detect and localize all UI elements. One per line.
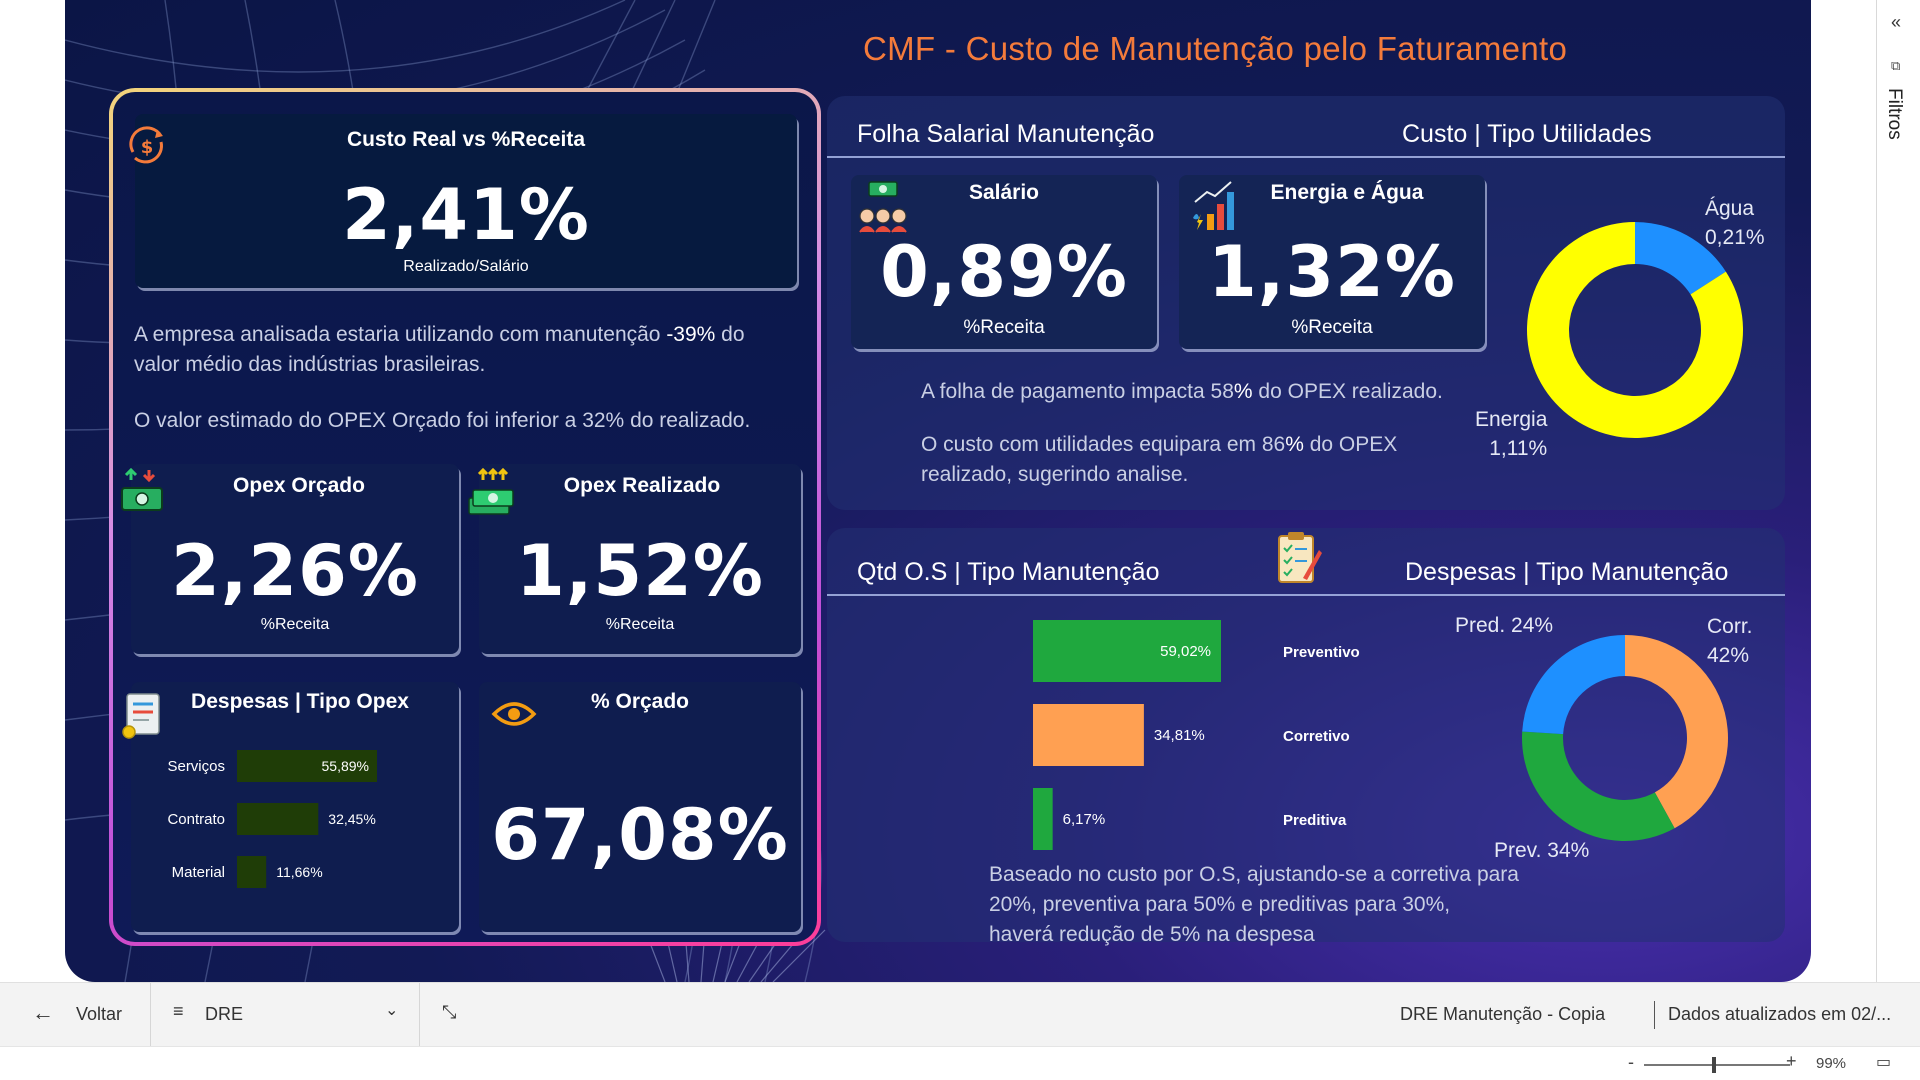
opex-orcado-card[interactable]: Opex Orçado 2,26% %Receita [131, 464, 459, 654]
energia-agua-subtitle: %Receita [1291, 317, 1373, 338]
report-title: CMF - Custo de Manutenção pelo Faturamen… [863, 30, 1568, 67]
donut-slice-pred[interactable] [1522, 635, 1625, 735]
report-canvas: CMF - Custo de Manutenção pelo Faturamen… [65, 0, 1811, 982]
opex-bar[interactable] [237, 803, 319, 835]
opex-orcado-title: Opex Orçado [233, 474, 365, 497]
money-stack-up-icon [465, 467, 517, 518]
dollar-cycle-icon: $ [123, 122, 171, 170]
opex-estimate-text: O valor estimado do OPEX Orçado foi infe… [134, 409, 751, 432]
filters-pane[interactable]: « ⧉ Filtros [1876, 0, 1920, 982]
collapse-view-button[interactable]: ⤡ [430, 983, 480, 1047]
folha-divider [827, 156, 1785, 158]
industry-comparison-text: A empresa analisada estaria utilizando c… [134, 323, 745, 376]
opex-realizado-value: 1,52% [516, 530, 764, 612]
opex-realizado-title: Opex Realizado [563, 474, 721, 497]
back-label: Voltar [76, 1004, 123, 1024]
orcado-value: 67,08% [491, 794, 789, 876]
money-down-icon [119, 467, 165, 516]
zoom-in-button[interactable]: + [1786, 1051, 1797, 1072]
workers-salary-icon [857, 180, 913, 234]
despesas-manut-title: Despesas | Tipo Manutenção [1405, 558, 1729, 586]
os-category-label: Preditiva [1283, 812, 1347, 829]
os-adjustment-note: Baseado no custo por O.S, ajustando-se a… [989, 863, 1519, 946]
salario-subtitle: %Receita [963, 317, 1045, 338]
status-bar: - + 99% ▭ [0, 1046, 1920, 1080]
opex-realizado-card[interactable]: Opex Realizado 1,52% %Receita [479, 464, 801, 654]
collapse-arrows-icon: ⤡ [442, 1002, 457, 1022]
document-invoice-icon [119, 690, 167, 740]
os-value-label: 59,02% [1160, 643, 1211, 660]
energia-agua-value: 1,32% [1208, 231, 1456, 313]
os-value-label: 6,17% [1063, 811, 1106, 828]
folha-title: Folha Salarial Manutenção [857, 120, 1155, 148]
filters-label[interactable]: Filtros [1883, 88, 1905, 140]
opex-value-label: 32,45% [328, 811, 375, 827]
page-selector-value: DRE [205, 1004, 244, 1024]
filter-icon: ⧉ [1891, 58, 1901, 73]
chevron-down-icon: ⌄ [385, 1002, 399, 1019]
utilidades-impact-text: O custo com utilidades equipara em 86% d… [921, 433, 1398, 486]
opex-value-label: 55,89% [322, 758, 369, 774]
despesas-opex-chart: Serviços 55,89% Contrato 32,45% Material 11,6… [167, 750, 377, 888]
donut-slice-prev[interactable] [1522, 731, 1675, 841]
utilidades-title: Custo | Tipo Utilidades [1402, 120, 1652, 148]
opex-category-label: Material [172, 864, 225, 881]
clipboard-checklist-icon [1273, 530, 1323, 586]
page-list-icon: ≡ [173, 1001, 184, 1021]
opex-orcado-subtitle: %Receita [260, 616, 330, 633]
custo-real-title: Custo Real vs %Receita [346, 128, 586, 151]
fit-page-icon[interactable]: ▭ [1876, 1052, 1891, 1072]
folha-impact-text: A folha de pagamento impacta 58% do OPEX… [921, 380, 1443, 403]
opex-category-label: Serviços [167, 758, 225, 775]
os-bar[interactable] [1033, 704, 1144, 766]
os-category-label: Preventivo [1283, 644, 1360, 661]
zoom-slider[interactable] [1644, 1057, 1790, 1073]
manutencao-divider [827, 594, 1785, 596]
svg-text:$: $ [141, 137, 154, 158]
eye-icon [491, 698, 537, 730]
custo-real-value: 2,41% [342, 174, 590, 256]
agua-label: Água 0,21% [1705, 197, 1765, 249]
os-value-label: 34,81% [1154, 727, 1205, 744]
page-selector-dropdown[interactable]: ≡ DRE ⌄ [151, 983, 419, 1047]
back-button[interactable]: ← Voltar [0, 983, 150, 1047]
os-bar[interactable] [1033, 788, 1053, 850]
pred-label: Pred. 24% [1455, 614, 1554, 637]
opex-orcado-value: 2,26% [171, 530, 419, 612]
opex-category-label: Contrato [167, 811, 225, 828]
energia-label: Energia 1,11% [1475, 408, 1548, 460]
collapse-filters-icon[interactable]: « [1891, 12, 1901, 33]
back-arrow-icon: ← [32, 1000, 54, 1025]
qtd-os-chart[interactable]: 59,02% Preventivo 34,81% Corretivo 6,17% Pred… [965, 606, 1385, 856]
bottom-navigation-bar: ← Voltar ≡ DRE ⌄ ⤡ DRE Manutenção - Copi… [0, 982, 1920, 1047]
data-updated-text: Dados atualizados em 02/... [1668, 1004, 1892, 1024]
report-name: DRE Manutenção - Copia [1400, 1004, 1606, 1024]
qtd-os-title: Qtd O.S | Tipo Manutenção [857, 558, 1160, 586]
zoom-slider-thumb[interactable] [1712, 1057, 1716, 1073]
zoom-out-button[interactable]: - [1628, 1052, 1634, 1073]
left-kpi-panel: Custo Real vs %Receita 2,41% Realizado/S… [109, 88, 821, 946]
opex-bar[interactable] [237, 856, 267, 888]
prev-label: Prev. 34% [1494, 839, 1590, 862]
os-category-label: Corretivo [1283, 728, 1350, 745]
opex-value-label: 11,66% [276, 864, 322, 880]
opex-realizado-subtitle: %Receita [605, 616, 675, 633]
custo-real-card[interactable]: Custo Real vs %Receita 2,41% Realizado/S… [135, 114, 797, 288]
despesas-opex-title: Despesas | Tipo Opex [191, 690, 409, 713]
salario-value: 0,89% [880, 231, 1128, 313]
corr-label: Corr. 42% [1707, 615, 1753, 667]
custo-real-subtitle: Realizado/Salário [403, 258, 529, 275]
utilities-chart-icon [1185, 180, 1239, 234]
zoom-level: 99% [1816, 1055, 1847, 1072]
